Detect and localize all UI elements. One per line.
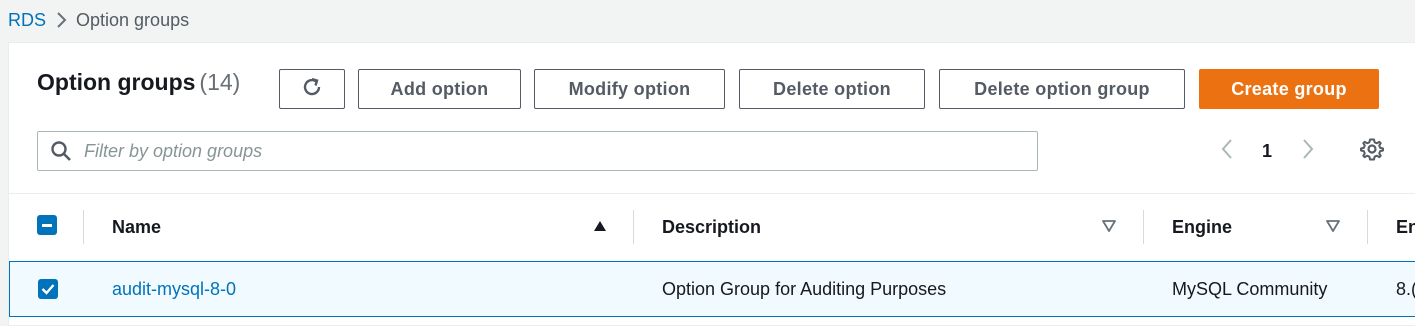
sort-ascending-icon[interactable] xyxy=(592,218,608,234)
breadcrumb: RDS Option groups xyxy=(8,8,189,32)
column-divider xyxy=(1143,210,1144,244)
breadcrumb-rds-link[interactable]: RDS xyxy=(8,10,46,31)
delete-option-group-button[interactable]: Delete option group xyxy=(939,69,1185,109)
previous-page-button[interactable] xyxy=(1212,131,1242,171)
column-header-engine[interactable]: Engine xyxy=(1172,194,1232,260)
create-group-button[interactable]: Create group xyxy=(1199,69,1379,109)
search-input[interactable] xyxy=(84,140,984,162)
chevron-right-icon xyxy=(1301,137,1315,166)
column-divider xyxy=(83,210,84,244)
delete-option-button[interactable]: Delete option xyxy=(739,69,925,109)
next-page-button[interactable] xyxy=(1293,131,1323,171)
column-header-description[interactable]: Description xyxy=(662,194,761,260)
sort-icon[interactable] xyxy=(1325,218,1341,234)
option-group-name-link[interactable]: audit-mysql-8-0 xyxy=(112,262,236,316)
page-title: Option groups (14) xyxy=(37,69,240,96)
option-groups-panel: Option groups (14) Add option Modify opti… xyxy=(8,42,1415,326)
chevron-left-icon xyxy=(1220,137,1234,166)
option-group-engine-version: 8.( xyxy=(1396,278,1415,299)
sort-icon[interactable] xyxy=(1101,218,1117,234)
page-title-text: Option groups xyxy=(37,69,196,95)
filter-search-box[interactable] xyxy=(37,131,1038,171)
chevron-right-icon xyxy=(46,8,76,32)
column-divider xyxy=(633,210,634,244)
table-row[interactable]: audit-mysql-8-0 Option Group for Auditin… xyxy=(9,261,1415,317)
preferences-button[interactable] xyxy=(1355,131,1389,171)
modify-option-button[interactable]: Modify option xyxy=(534,69,725,109)
search-icon xyxy=(38,132,84,170)
refresh-icon xyxy=(301,76,323,103)
option-group-description: Option Group for Auditing Purposes xyxy=(662,278,947,299)
breadcrumb-current: Option groups xyxy=(76,9,190,30)
column-header-engine-version[interactable]: En xyxy=(1396,194,1415,260)
add-option-button[interactable]: Add option xyxy=(358,69,521,109)
column-divider xyxy=(1367,210,1368,244)
table-header: Name Description Engine En xyxy=(9,193,1415,259)
option-group-engine: MySQL Community xyxy=(1172,278,1328,299)
refresh-button[interactable] xyxy=(279,69,345,109)
item-count: (14) xyxy=(199,69,241,95)
current-page-number[interactable]: 1 xyxy=(1253,131,1281,171)
column-header-name[interactable]: Name xyxy=(112,194,161,260)
row-checkbox[interactable] xyxy=(38,279,58,299)
select-all-checkbox[interactable] xyxy=(37,215,57,235)
gear-icon xyxy=(1360,137,1384,166)
